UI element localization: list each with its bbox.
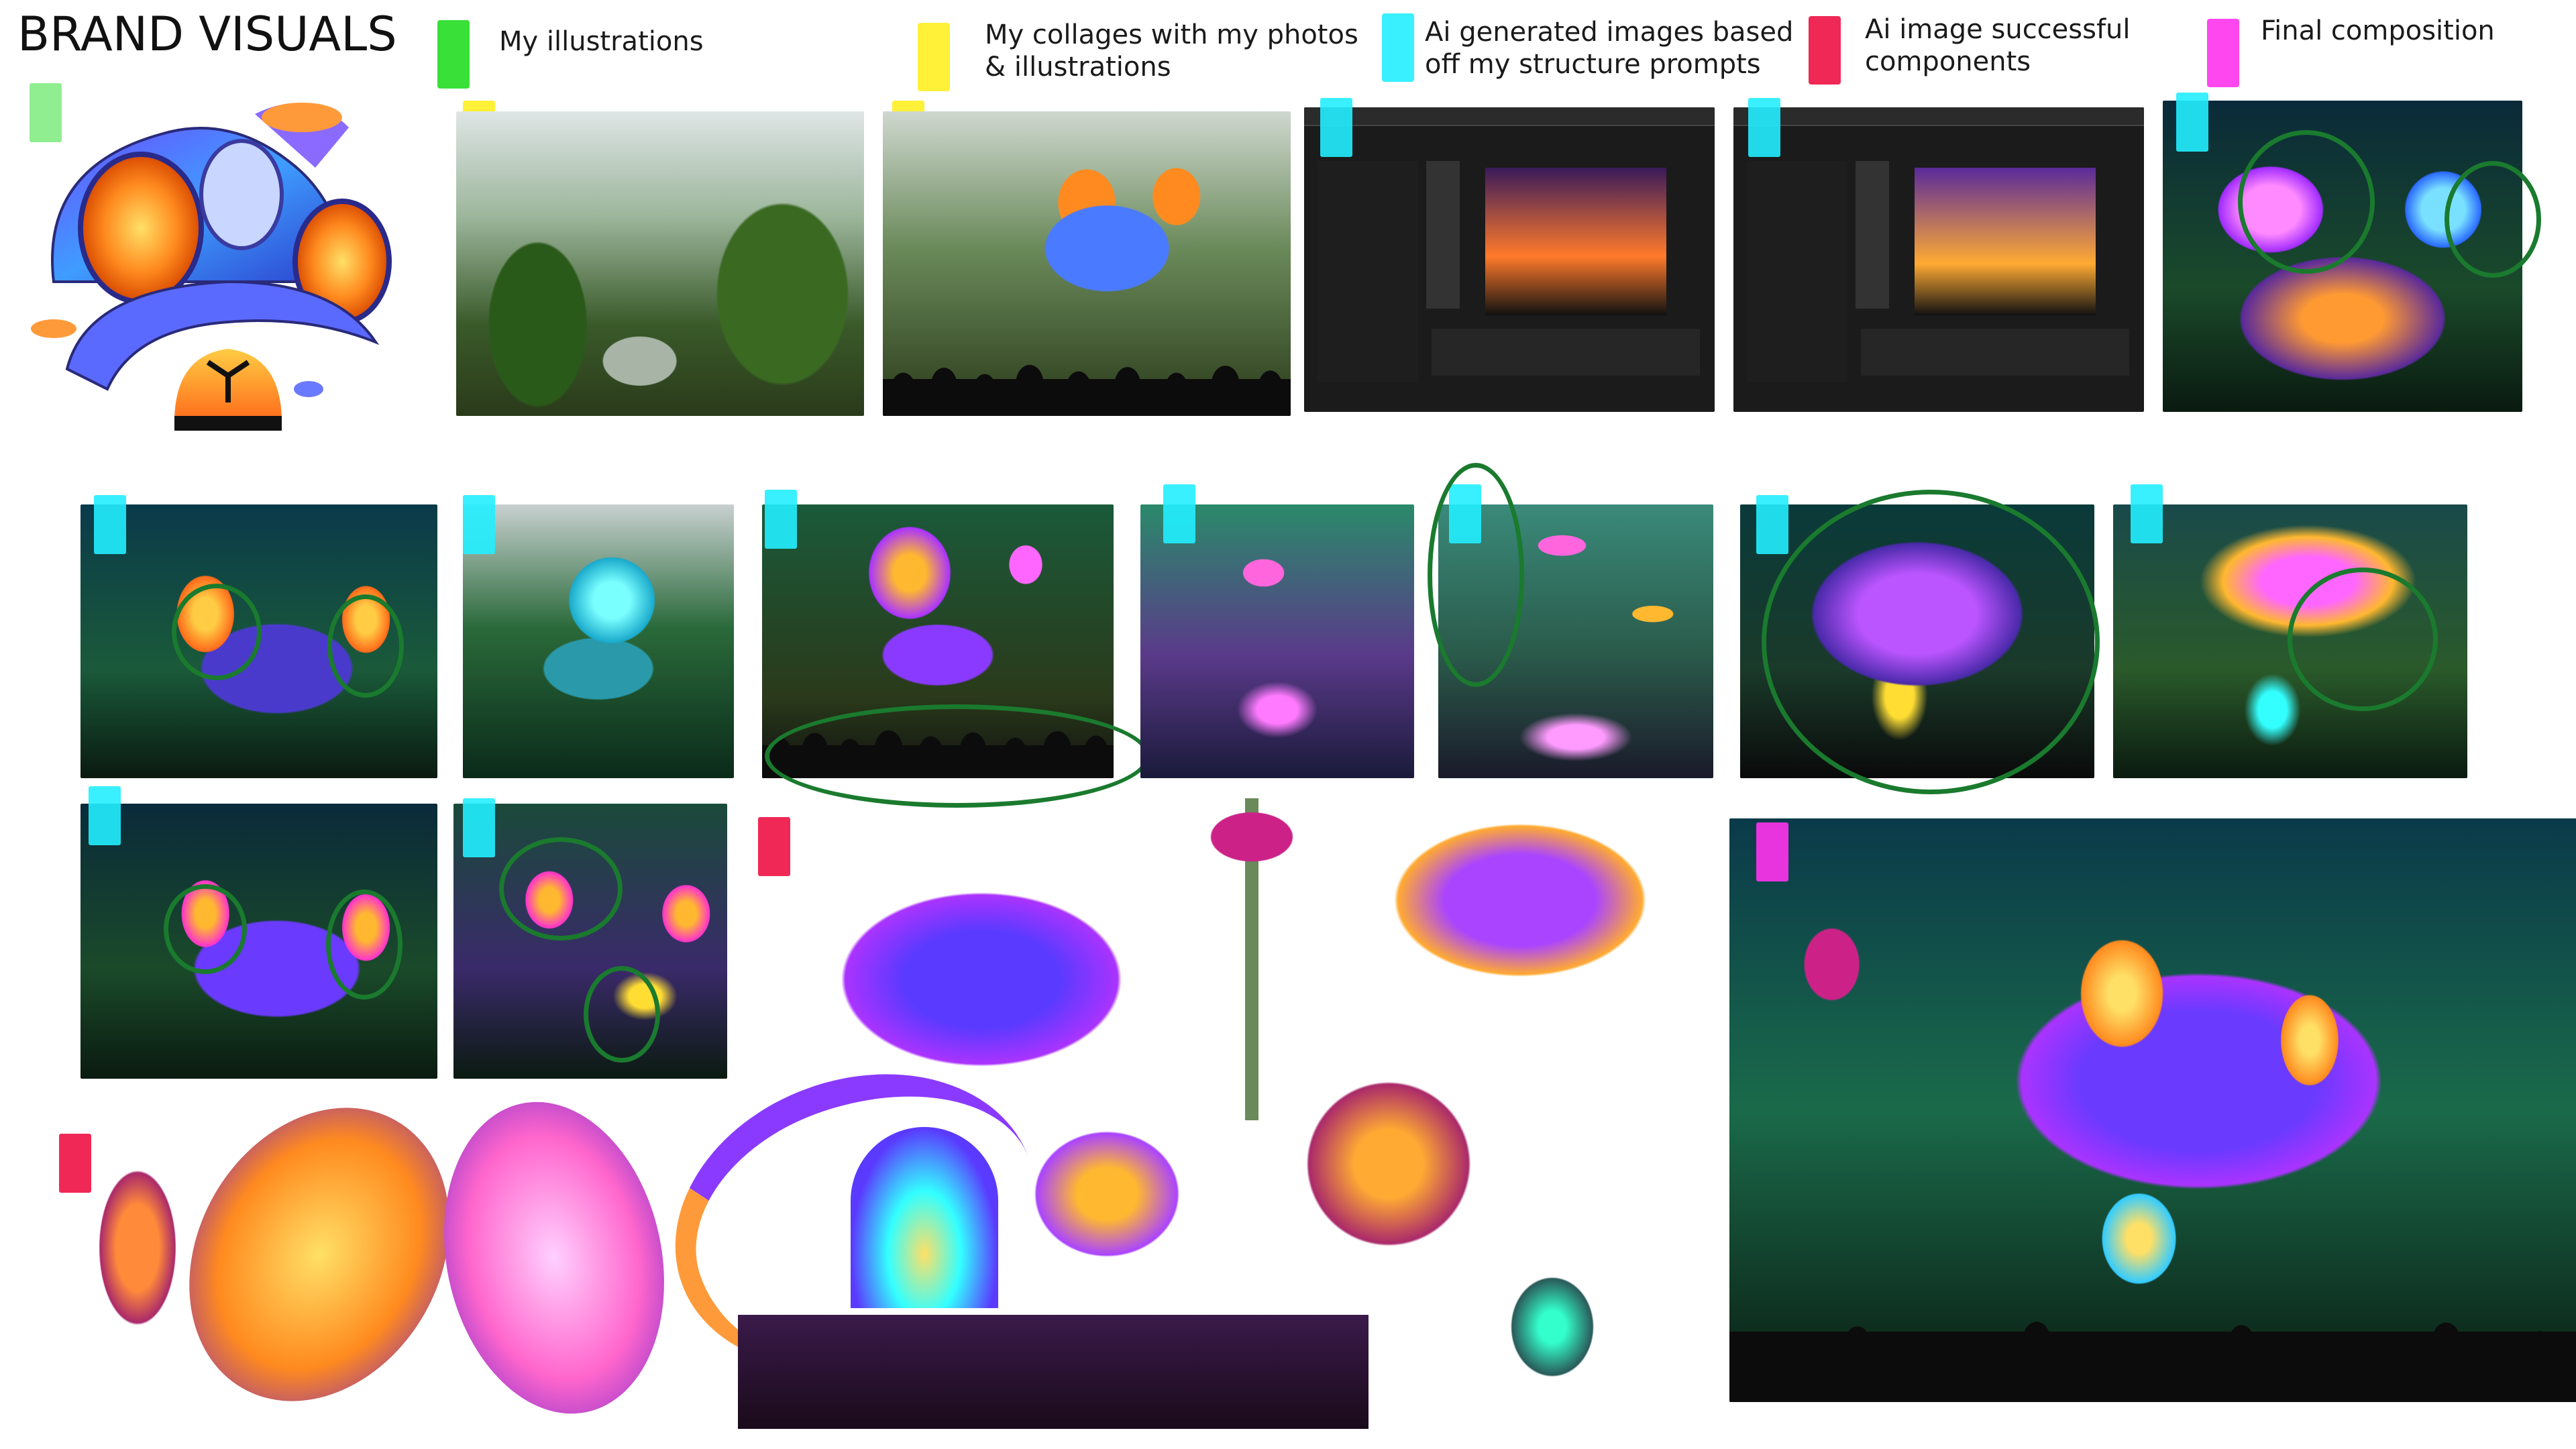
annotation-circle	[1762, 490, 2100, 794]
final-composition-image[interactable]	[1729, 818, 2576, 1402]
annotation-circle	[172, 584, 262, 680]
final-tag	[1756, 822, 1788, 881]
generated-preview	[1485, 168, 1666, 315]
ai-tag-5	[1163, 484, 1195, 543]
annotation-circle	[499, 837, 623, 941]
tropical-greenhouse-photo[interactable]	[456, 111, 864, 416]
legend-swatch-ai-generated	[1382, 13, 1414, 82]
ai-tag-8	[2131, 484, 2163, 543]
settings-panel	[1318, 161, 1418, 382]
ai-tag-7	[1756, 495, 1788, 554]
legend-label-illustrations: My illustrations	[499, 26, 704, 57]
legend-swatch-ai-components	[1809, 16, 1841, 85]
ai-tag-screen-1	[1320, 98, 1352, 157]
component-pink-disc[interactable]	[416, 1081, 692, 1435]
legend-label-final: Final composition	[2261, 15, 2495, 46]
thumbnail-strip-2	[1856, 161, 1889, 309]
ai-tag-9	[89, 786, 121, 845]
legend-label-collages: My collages with my photos & illustratio…	[985, 19, 1358, 83]
legend-label-ai-generated: Ai generated images based off my structu…	[1425, 17, 1794, 80]
ai-tag-2	[94, 495, 126, 554]
adobe-firefly-screen-2[interactable]	[1733, 107, 2144, 412]
legend-swatch-final	[2207, 19, 2239, 87]
browser-toolbar	[1304, 107, 1715, 126]
adobe-firefly-screen-1[interactable]	[1304, 107, 1715, 412]
component-leaf-fragment[interactable]	[1456, 1194, 1617, 1436]
component-shell-cap[interactable]	[1006, 1107, 1208, 1281]
ai-image-3[interactable]	[463, 504, 734, 778]
prompt-area	[1432, 329, 1700, 376]
legend-label-ai-components: Ai image successful components	[1865, 14, 2131, 77]
prompt-area-2	[1861, 329, 2129, 376]
component-mushroom-cluster[interactable]	[784, 818, 1179, 1087]
annotation-circle	[164, 884, 247, 974]
annotation-circle	[326, 890, 402, 1000]
legend-swatch-illustrations	[437, 20, 470, 89]
annotation-circle	[2238, 130, 2375, 274]
generated-preview-2	[1915, 168, 2096, 315]
thumbnail-strip	[1426, 161, 1460, 309]
component-arch-cap[interactable]	[1326, 796, 1715, 1057]
ai-tag-1	[2176, 93, 2208, 152]
annotation-circle	[1428, 463, 1524, 687]
annotation-circle	[2445, 161, 2541, 278]
settings-panel-2	[1747, 161, 1847, 382]
legend-swatch-collages	[918, 23, 950, 91]
crowd-silhouette	[1729, 1273, 2576, 1402]
component-dj-arch[interactable]	[851, 1127, 998, 1308]
mushroom-collage-with-crowd[interactable]	[883, 111, 1291, 416]
annotation-circle	[765, 704, 1150, 808]
annotation-circle	[327, 594, 404, 698]
ai-tag-screen-2	[1748, 98, 1780, 157]
annotation-circle	[584, 966, 660, 1063]
browser-toolbar-2	[1733, 107, 2144, 126]
ai-tag-10	[463, 798, 495, 857]
component-crowd-strip[interactable]	[738, 1315, 1368, 1429]
component-curled-fan[interactable]	[74, 1134, 201, 1362]
crowd-silhouette	[883, 349, 1291, 416]
ai-tag-3	[463, 495, 495, 554]
page-title: BRAND VISUALS	[17, 7, 397, 62]
annotation-circle	[2288, 568, 2438, 711]
ai-image-5[interactable]	[1140, 504, 1414, 778]
mushroom-stage-illustration[interactable]	[27, 87, 416, 449]
ai-tag-4	[765, 490, 797, 549]
